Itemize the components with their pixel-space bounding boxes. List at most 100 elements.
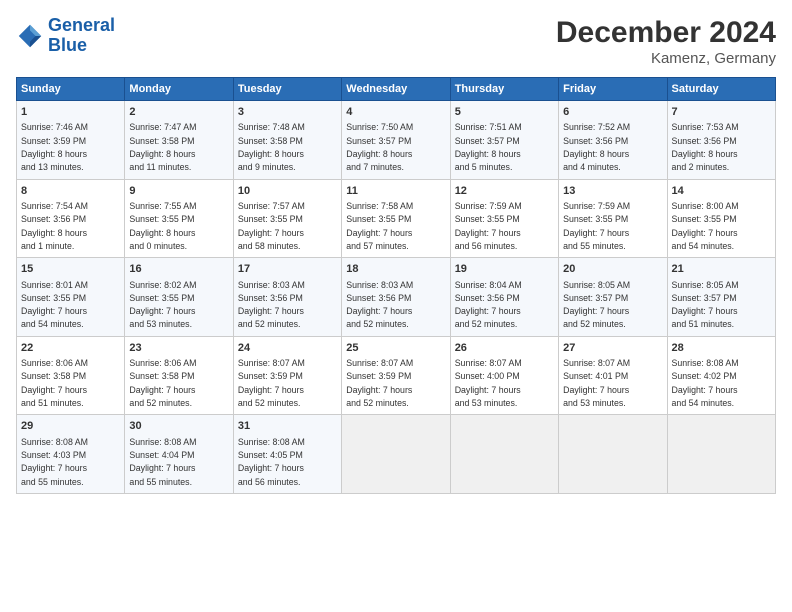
calendar-cell: 10Sunrise: 7:57 AM Sunset: 3:55 PM Dayli…: [233, 179, 341, 258]
day-info: Sunrise: 7:47 AM Sunset: 3:58 PM Dayligh…: [129, 122, 196, 172]
calendar-cell: 14Sunrise: 8:00 AM Sunset: 3:55 PM Dayli…: [667, 179, 775, 258]
calendar-cell: 21 Sunrise: 8:05 AM Sunset: 3:57 PM Dayli…: [667, 258, 775, 337]
logo: General Blue: [16, 16, 115, 56]
day-number: 5: [455, 105, 554, 120]
day-number: 18: [346, 262, 445, 277]
day-info: Sunrise: 7:58 AM Sunset: 3:55 PM Dayligh…: [346, 201, 413, 251]
calendar-cell: 5 Sunrise: 7:51 AM Sunset: 3:57 PM Daylig…: [450, 101, 558, 180]
day-info: Sunrise: 8:05 AM Sunset: 3:57 PM Dayligh…: [563, 280, 630, 330]
calendar-cell: 18 Sunrise: 8:03 AM Sunset: 3:56 PM Dayli…: [342, 258, 450, 337]
day-info: Sunrise: 8:07 AM Sunset: 3:59 PM Dayligh…: [346, 358, 413, 408]
day-number: 21: [672, 262, 771, 277]
day-info: Sunrise: 7:50 AM Sunset: 3:57 PM Dayligh…: [346, 122, 413, 172]
calendar-cell: 27Sunrise: 8:07 AM Sunset: 4:01 PM Dayli…: [559, 336, 667, 415]
calendar-week-row: 29 Sunrise: 8:08 AM Sunset: 4:03 PM Dayli…: [17, 415, 776, 494]
day-info: Sunrise: 8:01 AM Sunset: 3:55 PM Dayligh…: [21, 280, 88, 330]
day-number: 26: [455, 341, 554, 356]
day-number: 1: [21, 105, 120, 120]
day-number: 11: [346, 184, 445, 199]
day-info: Sunrise: 7:54 AM Sunset: 3:56 PM Dayligh…: [21, 201, 88, 251]
calendar-body: 1Sunrise: 7:46 AM Sunset: 3:59 PM Daylig…: [17, 101, 776, 494]
day-number: 30: [129, 419, 228, 434]
calendar-cell: 7 Sunrise: 7:53 AM Sunset: 3:56 PM Daylig…: [667, 101, 775, 180]
logo-icon: [16, 22, 44, 50]
day-info: Sunrise: 8:07 AM Sunset: 3:59 PM Dayligh…: [238, 358, 305, 408]
day-number: 6: [563, 105, 662, 120]
calendar-cell: 4 Sunrise: 7:50 AM Sunset: 3:57 PM Daylig…: [342, 101, 450, 180]
calendar-week-row: 22 Sunrise: 8:06 AM Sunset: 3:58 PM Dayli…: [17, 336, 776, 415]
day-number: 8: [21, 184, 120, 199]
calendar-cell: 28Sunrise: 8:08 AM Sunset: 4:02 PM Dayli…: [667, 336, 775, 415]
calendar-cell: 13Sunrise: 7:59 AM Sunset: 3:55 PM Dayli…: [559, 179, 667, 258]
day-info: Sunrise: 8:05 AM Sunset: 3:57 PM Dayligh…: [672, 280, 739, 330]
calendar-cell: 30 Sunrise: 8:08 AM Sunset: 4:04 PM Dayli…: [125, 415, 233, 494]
day-info: Sunrise: 7:57 AM Sunset: 3:55 PM Dayligh…: [238, 201, 305, 251]
day-info: Sunrise: 7:55 AM Sunset: 3:55 PM Dayligh…: [129, 201, 196, 251]
logo-text: General Blue: [48, 16, 115, 56]
calendar-cell: 17Sunrise: 8:03 AM Sunset: 3:56 PM Dayli…: [233, 258, 341, 337]
day-info: Sunrise: 8:02 AM Sunset: 3:55 PM Dayligh…: [129, 280, 196, 330]
day-info: Sunrise: 8:03 AM Sunset: 3:56 PM Dayligh…: [346, 280, 413, 330]
calendar-cell: [559, 415, 667, 494]
header-cell-saturday: Saturday: [667, 78, 775, 101]
calendar-header-row: SundayMondayTuesdayWednesdayThursdayFrid…: [17, 78, 776, 101]
day-number: 15: [21, 262, 120, 277]
calendar-cell: [667, 415, 775, 494]
calendar-cell: 31 Sunrise: 8:08 AM Sunset: 4:05 PM Dayli…: [233, 415, 341, 494]
day-info: Sunrise: 8:06 AM Sunset: 3:58 PM Dayligh…: [129, 358, 196, 408]
calendar-cell: [450, 415, 558, 494]
day-number: 2: [129, 105, 228, 120]
day-number: 14: [672, 184, 771, 199]
header-cell-sunday: Sunday: [17, 78, 125, 101]
day-info: Sunrise: 8:08 AM Sunset: 4:04 PM Dayligh…: [129, 437, 196, 487]
calendar-week-row: 1Sunrise: 7:46 AM Sunset: 3:59 PM Daylig…: [17, 101, 776, 180]
logo-line1: General: [48, 15, 115, 35]
day-number: 9: [129, 184, 228, 199]
day-number: 28: [672, 341, 771, 356]
calendar-week-row: 8 Sunrise: 7:54 AM Sunset: 3:56 PM Daylig…: [17, 179, 776, 258]
calendar-cell: 20 Sunrise: 8:05 AM Sunset: 3:57 PM Dayli…: [559, 258, 667, 337]
header: General Blue December 2024 Kamenz, Germa…: [16, 16, 776, 67]
day-info: Sunrise: 8:04 AM Sunset: 3:56 PM Dayligh…: [455, 280, 522, 330]
header-cell-wednesday: Wednesday: [342, 78, 450, 101]
day-number: 31: [238, 419, 337, 434]
day-info: Sunrise: 8:08 AM Sunset: 4:05 PM Dayligh…: [238, 437, 305, 487]
day-info: Sunrise: 7:59 AM Sunset: 3:55 PM Dayligh…: [455, 201, 522, 251]
day-info: Sunrise: 8:07 AM Sunset: 4:00 PM Dayligh…: [455, 358, 522, 408]
header-cell-thursday: Thursday: [450, 78, 558, 101]
calendar-cell: 12 Sunrise: 7:59 AM Sunset: 3:55 PM Dayli…: [450, 179, 558, 258]
day-info: Sunrise: 8:08 AM Sunset: 4:03 PM Dayligh…: [21, 437, 88, 487]
calendar-cell: 1Sunrise: 7:46 AM Sunset: 3:59 PM Daylig…: [17, 101, 125, 180]
calendar-cell: 2 Sunrise: 7:47 AM Sunset: 3:58 PM Daylig…: [125, 101, 233, 180]
day-info: Sunrise: 7:52 AM Sunset: 3:56 PM Dayligh…: [563, 122, 630, 172]
day-number: 7: [672, 105, 771, 120]
logo-line2: Blue: [48, 35, 87, 55]
day-number: 4: [346, 105, 445, 120]
day-number: 13: [563, 184, 662, 199]
calendar-cell: 3Sunrise: 7:48 AM Sunset: 3:58 PM Daylig…: [233, 101, 341, 180]
day-number: 25: [346, 341, 445, 356]
calendar-cell: 24Sunrise: 8:07 AM Sunset: 3:59 PM Dayli…: [233, 336, 341, 415]
calendar-cell: 23Sunrise: 8:06 AM Sunset: 3:58 PM Dayli…: [125, 336, 233, 415]
calendar-cell: 29 Sunrise: 8:08 AM Sunset: 4:03 PM Dayli…: [17, 415, 125, 494]
calendar-table: SundayMondayTuesdayWednesdayThursdayFrid…: [16, 77, 776, 494]
calendar-cell: 25 Sunrise: 8:07 AM Sunset: 3:59 PM Dayli…: [342, 336, 450, 415]
day-number: 20: [563, 262, 662, 277]
calendar-cell: 26 Sunrise: 8:07 AM Sunset: 4:00 PM Dayli…: [450, 336, 558, 415]
day-info: Sunrise: 7:53 AM Sunset: 3:56 PM Dayligh…: [672, 122, 739, 172]
day-number: 19: [455, 262, 554, 277]
calendar-cell: 19 Sunrise: 8:04 AM Sunset: 3:56 PM Dayli…: [450, 258, 558, 337]
day-number: 22: [21, 341, 120, 356]
calendar-cell: [342, 415, 450, 494]
day-info: Sunrise: 7:51 AM Sunset: 3:57 PM Dayligh…: [455, 122, 522, 172]
day-number: 29: [21, 419, 120, 434]
calendar-cell: 22Sunrise: 8:06 AM Sunset: 3:58 PM Dayli…: [17, 336, 125, 415]
day-number: 12: [455, 184, 554, 199]
page: General Blue December 2024 Kamenz, Germa…: [0, 0, 792, 612]
day-number: 3: [238, 105, 337, 120]
calendar-cell: 8 Sunrise: 7:54 AM Sunset: 3:56 PM Daylig…: [17, 179, 125, 258]
calendar-cell: 15 Sunrise: 8:01 AM Sunset: 3:55 PM Dayli…: [17, 258, 125, 337]
day-number: 17: [238, 262, 337, 277]
main-title: December 2024: [556, 16, 776, 50]
day-number: 16: [129, 262, 228, 277]
